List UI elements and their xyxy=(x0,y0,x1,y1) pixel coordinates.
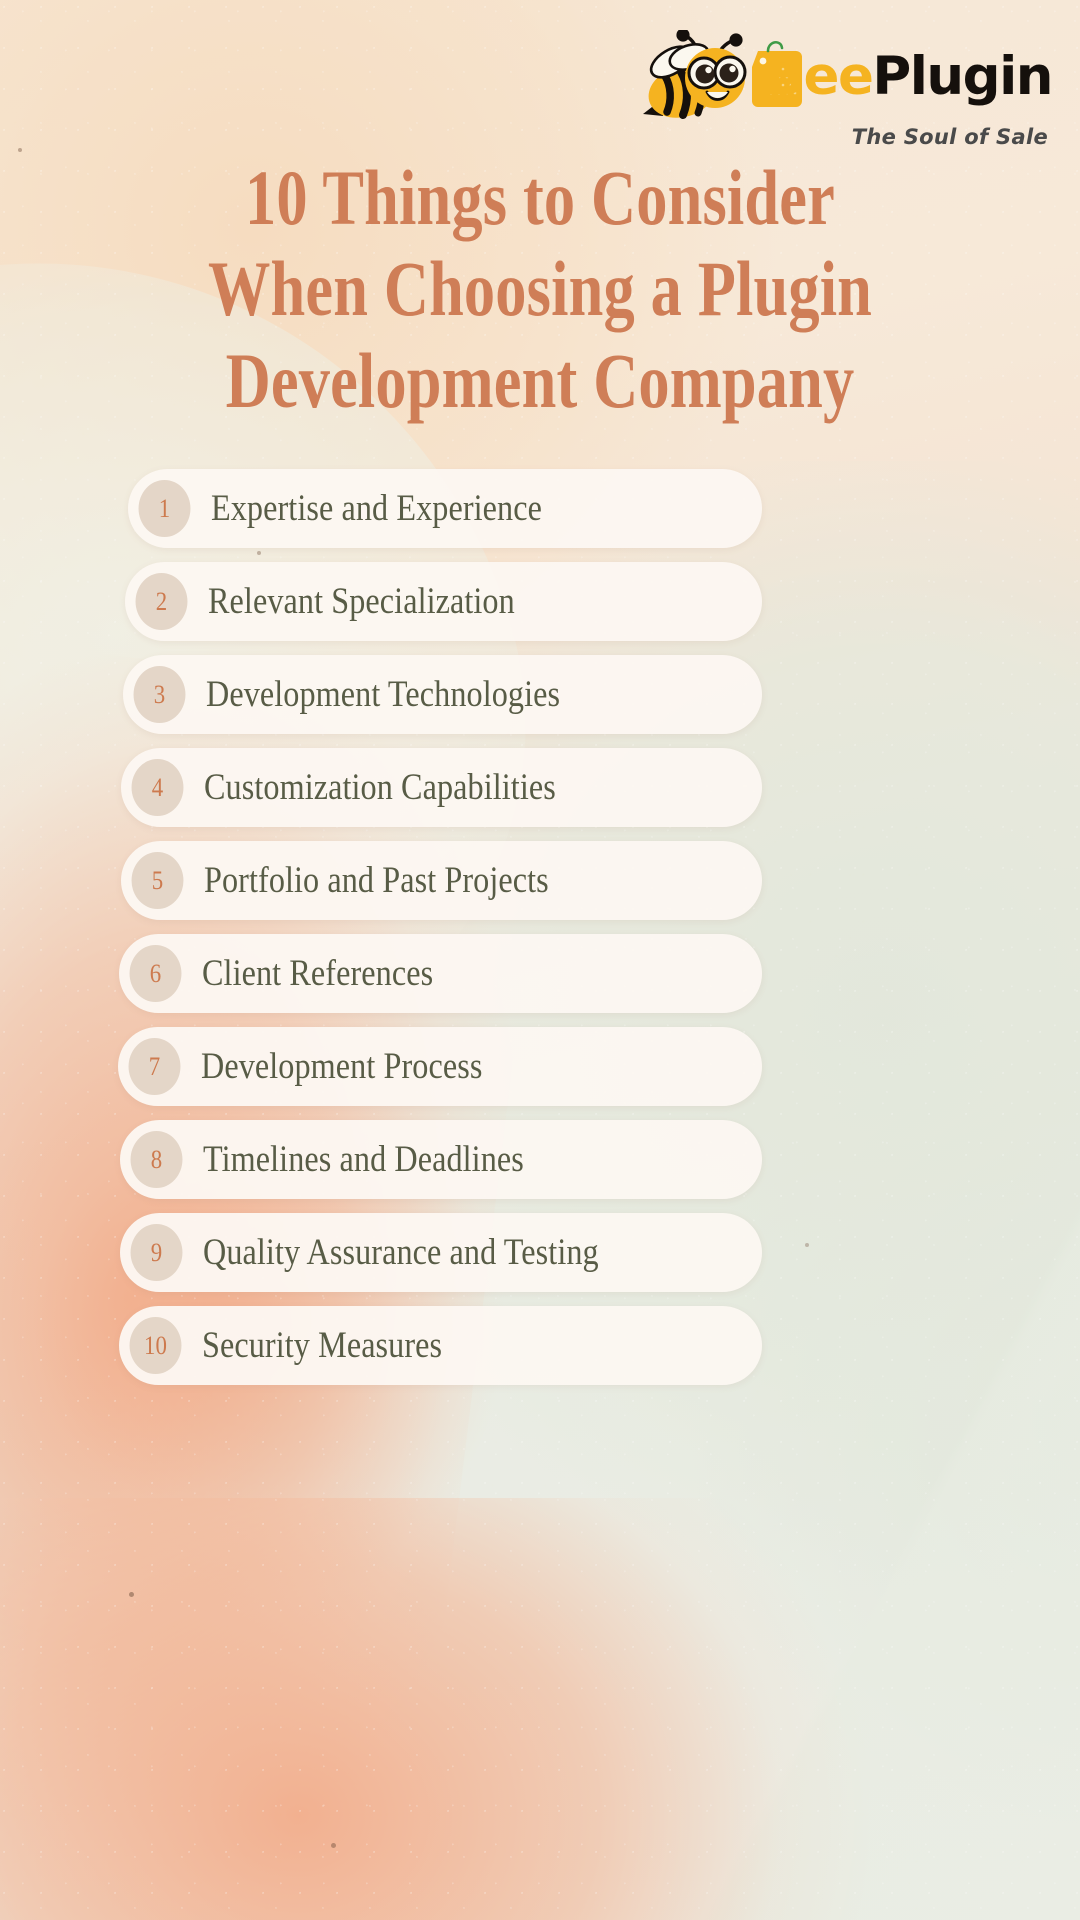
list-item[interactable]: 5 Portfolio and Past Projects xyxy=(0,841,1080,920)
list-item-label: Timelines and Deadlines xyxy=(203,1139,524,1180)
considerations-list: 1 Expertise and Experience 2 Relevant Speci… xyxy=(0,469,1080,1399)
list-item-number-badge: 10 xyxy=(129,1317,182,1374)
logo-text-plugin: Plugin xyxy=(872,45,1053,107)
list-item-label: Client References xyxy=(202,953,434,994)
title-line-2: When Choosing a Plugin xyxy=(207,245,873,333)
logo-wordmark: S Bee Plugin xyxy=(751,40,1053,107)
list-item-number-badge: 3 xyxy=(133,666,186,723)
list-item-label: Relevant Specialization xyxy=(208,581,515,622)
logo-tagline: The Soul of Sale xyxy=(851,125,1048,149)
logo-row: S Bee Plugin xyxy=(627,30,1053,122)
list-item-number-badge: 6 xyxy=(129,945,182,1002)
paper-speck xyxy=(129,1592,134,1597)
paper-speck xyxy=(18,148,22,152)
list-item[interactable]: 9 Quality Assurance and Testing xyxy=(0,1213,1080,1292)
paper-speck xyxy=(331,1843,336,1848)
list-item-number-badge: 7 xyxy=(128,1038,181,1095)
list-item-label: Expertise and Experience xyxy=(211,488,542,529)
list-item[interactable]: 8 Timelines and Deadlines xyxy=(0,1120,1080,1199)
list-item-number-badge: 1 xyxy=(138,480,191,537)
list-item[interactable]: 4 Customization Capabilities xyxy=(0,748,1080,827)
infographic-page: S Bee Plugin The Soul of Sale 10 Things … xyxy=(0,0,1080,1920)
list-item-number-badge: 9 xyxy=(130,1224,183,1281)
list-item[interactable]: 7 Development Process xyxy=(0,1027,1080,1106)
page-title: 10 Things to Consider When Choosing a Pl… xyxy=(140,152,940,426)
list-item-number-badge: 8 xyxy=(130,1131,183,1188)
list-item-label: Portfolio and Past Projects xyxy=(204,860,549,901)
list-item[interactable]: 3 Development Technologies xyxy=(0,655,1080,734)
list-item-label: Customization Capabilities xyxy=(204,767,556,808)
list-item-number-badge: 2 xyxy=(135,573,188,630)
list-item-number-badge: 5 xyxy=(131,852,184,909)
list-item[interactable]: 2 Relevant Specialization xyxy=(0,562,1080,641)
bee-mascot-icon xyxy=(627,30,759,122)
list-item-label: Development Technologies xyxy=(206,674,561,715)
list-item-label: Quality Assurance and Testing xyxy=(203,1232,599,1273)
logo-text-bee: Bee xyxy=(764,45,874,107)
list-item[interactable]: 6 Client References xyxy=(0,934,1080,1013)
title-line-1: 10 Things to Consider xyxy=(245,154,835,241)
list-item[interactable]: 10 Security Measures xyxy=(0,1306,1080,1385)
list-item-label: Security Measures xyxy=(202,1325,443,1366)
title-line-3: Development Company xyxy=(225,336,855,424)
list-item[interactable]: 1 Expertise and Experience xyxy=(0,469,1080,548)
brand-logo[interactable]: S Bee Plugin The Soul of Sale xyxy=(627,30,1053,149)
list-item-label: Development Process xyxy=(201,1046,483,1087)
list-item-number-badge: 4 xyxy=(131,759,184,816)
